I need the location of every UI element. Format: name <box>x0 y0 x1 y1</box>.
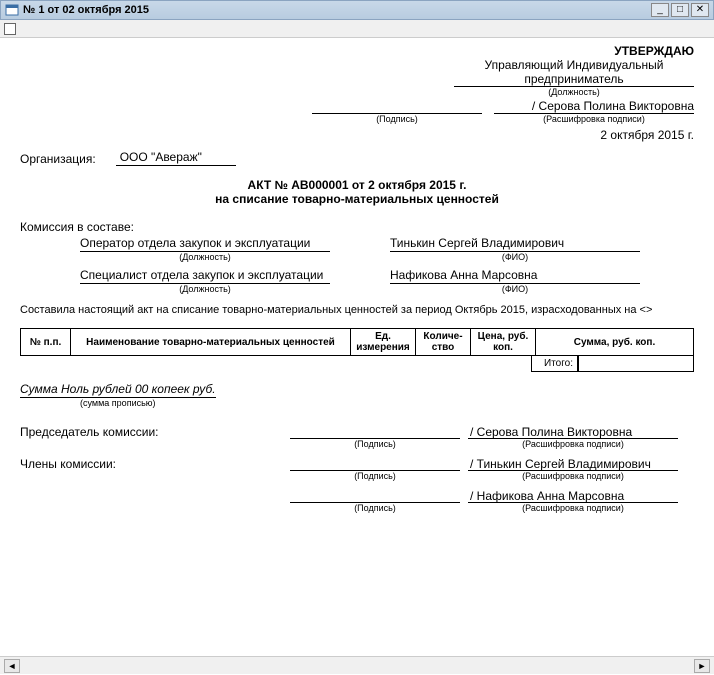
total-row: Итого: <box>20 356 694 372</box>
signatures-block: Председатель комиссии: / Серова Полина В… <box>20 425 694 513</box>
approve-name: / Серова Полина Викторовна <box>532 99 694 113</box>
maximize-button[interactable]: □ <box>671 3 689 17</box>
chairman-label: Председатель комиссии: <box>20 425 170 439</box>
th-sum: Сумма, руб. коп. <box>536 329 694 356</box>
member-name: Тинькин Сергей Владимирович <box>390 236 640 252</box>
items-table: № п.п. Наименование товарно-материальных… <box>20 328 694 356</box>
approve-name-caption: (Расшифровка подписи) <box>494 114 694 124</box>
th-num: № п.п. <box>21 329 71 356</box>
document-content: УТВЕРЖДАЮ Управляющий Индивидуальный пре… <box>0 38 714 656</box>
organization-label: Организация: <box>20 152 96 166</box>
commission-member: Специалист отдела закупок и эксплуатации… <box>20 268 694 284</box>
minimize-button[interactable]: _ <box>651 3 669 17</box>
commission-label: Комиссия в составе: <box>20 220 694 234</box>
member-role: Оператор отдела закупок и эксплуатации <box>80 236 330 252</box>
act-title: АКТ № АВ000001 от 2 октября 2015 г. <box>20 178 694 192</box>
commission-member: Оператор отдела закупок и эксплуатации Т… <box>20 236 694 252</box>
name-caption: (ФИО) <box>390 252 640 262</box>
name-caption: (Расшифровка подписи) <box>468 471 678 481</box>
approve-block: УТВЕРЖДАЮ Управляющий Индивидуальный пре… <box>20 44 694 142</box>
signature-row: Члены комиссии: / Тинькин Сергей Владими… <box>20 457 694 471</box>
signature-row: Председатель комиссии: / Серова Полина В… <box>20 425 694 439</box>
app-icon <box>5 3 19 17</box>
approve-position-caption: (Должность) <box>454 87 694 97</box>
organization-row: Организация: ООО "Авераж" <box>20 150 694 166</box>
total-label: Итого: <box>531 356 578 372</box>
approve-title: УТВЕРЖДАЮ <box>20 44 694 58</box>
role-caption: (Должность) <box>80 252 330 262</box>
approve-date: 2 октября 2015 г. <box>20 128 694 142</box>
signature-line <box>290 489 460 503</box>
window-titlebar: № 1 от 02 октября 2015 _ □ ✕ <box>0 0 714 20</box>
toolbar-button[interactable] <box>4 23 16 35</box>
role-caption: (Должность) <box>80 284 330 294</box>
amount-words: Сумма Ноль рублей 00 копеек руб. (сумма … <box>20 382 216 408</box>
total-value <box>578 356 694 372</box>
name-caption: (Расшифровка подписи) <box>468 439 678 449</box>
signature-line <box>290 457 460 471</box>
name-caption: (ФИО) <box>390 284 640 294</box>
organization-value: ООО "Авераж" <box>116 150 236 166</box>
signature-row: / Нафикова Анна Марсовна <box>20 489 694 503</box>
statusbar: ◄ ► <box>0 656 714 674</box>
th-qty: Количе-ство <box>416 329 471 356</box>
scroll-right-icon[interactable]: ► <box>694 659 710 673</box>
member-name: Нафикова Анна Марсовна <box>390 268 640 284</box>
approve-position: Управляющий Индивидуальный предпринимате… <box>454 58 694 86</box>
close-button[interactable]: ✕ <box>691 3 709 17</box>
amount-caption: (сумма прописью) <box>20 398 216 408</box>
name-caption: (Расшифровка подписи) <box>468 503 678 513</box>
members-label: Члены комиссии: <box>20 457 170 471</box>
scroll-left-icon[interactable]: ◄ <box>4 659 20 673</box>
sign-caption: (Подпись) <box>290 471 460 481</box>
amount-text: Сумма Ноль рублей 00 копеек руб. <box>20 382 216 398</box>
commission-block: Комиссия в составе: Оператор отдела заку… <box>20 220 694 316</box>
window-controls: _ □ ✕ <box>651 3 709 17</box>
period-text: Составила настоящий акт на списание това… <box>20 304 694 316</box>
th-name: Наименование товарно-материальных ценнос… <box>71 329 351 356</box>
sign-caption: (Подпись) <box>290 439 460 449</box>
member-role: Специалист отдела закупок и эксплуатации <box>80 268 330 284</box>
signature-name: / Тинькин Сергей Владимирович <box>468 457 678 471</box>
signature-name: / Нафикова Анна Марсовна <box>468 489 678 503</box>
th-price: Цена, руб. коп. <box>471 329 536 356</box>
signature-line <box>290 425 460 439</box>
approve-sign-caption: (Подпись) <box>312 114 482 124</box>
signature-name: / Серова Полина Викторовна <box>468 425 678 439</box>
toolbar <box>0 20 714 38</box>
th-unit: Ед. измерения <box>351 329 416 356</box>
window-title: № 1 от 02 октября 2015 <box>23 4 651 16</box>
act-subtitle: на списание товарно-материальных ценност… <box>20 192 694 206</box>
sign-caption: (Подпись) <box>290 503 460 513</box>
